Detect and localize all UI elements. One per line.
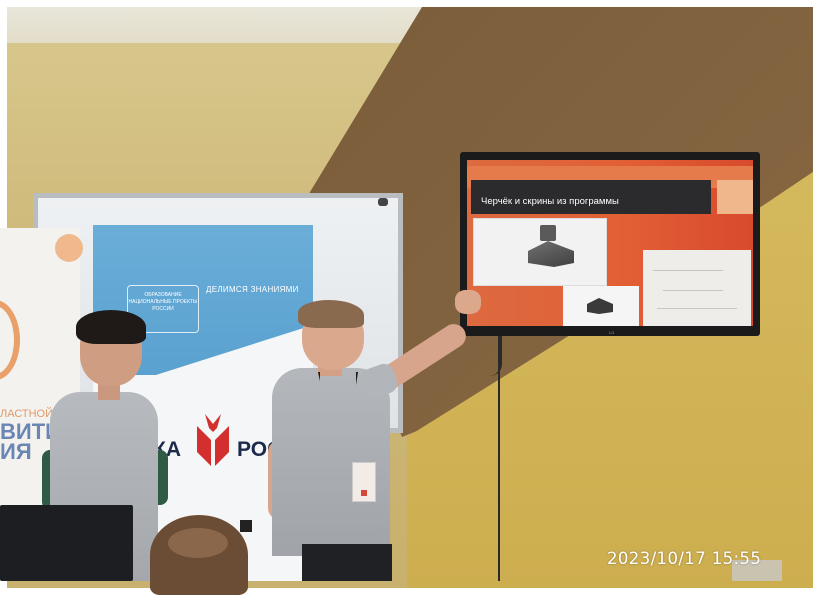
- slide-accent-block: [717, 180, 753, 214]
- whiteboard-magnet: [378, 198, 388, 206]
- drawing-line: [657, 308, 737, 309]
- banner-circle-graphic: [55, 234, 83, 262]
- share-knowledge-slogan: ДЕЛИМСЯ ЗНАНИЯМИ: [206, 285, 299, 294]
- student-right-pants: [302, 544, 392, 581]
- drawing-line: [663, 290, 723, 291]
- cad-screenshot-2: [563, 286, 639, 326]
- qr-code-icon: [240, 520, 252, 532]
- student-left-hair: [76, 310, 146, 344]
- tv-brand-logo: LG: [609, 330, 615, 335]
- tv-cable: [498, 336, 504, 581]
- audience-head-highlight: [168, 528, 228, 558]
- 3d-model-detail: [540, 225, 556, 241]
- drawing-line: [653, 270, 723, 271]
- cad-screenshot-1: [473, 218, 607, 286]
- badge-logo-icon: [361, 490, 367, 496]
- technical-drawing: [643, 250, 751, 326]
- tv-cable-loop: [482, 336, 502, 376]
- slide-title: Черчёк и скрины из программы: [481, 196, 619, 207]
- nauka-logo-icon: [197, 414, 229, 466]
- student-right-hair: [298, 300, 364, 328]
- 3d-model-render-small: [587, 298, 613, 314]
- name-badge: [352, 462, 376, 502]
- foreground-monitor: [0, 505, 133, 581]
- presentation-slide: Черчёк и скрины из программы: [467, 160, 753, 326]
- pointing-hand: [455, 290, 481, 314]
- photo-timestamp: 2023/10/17 15:55: [607, 549, 762, 568]
